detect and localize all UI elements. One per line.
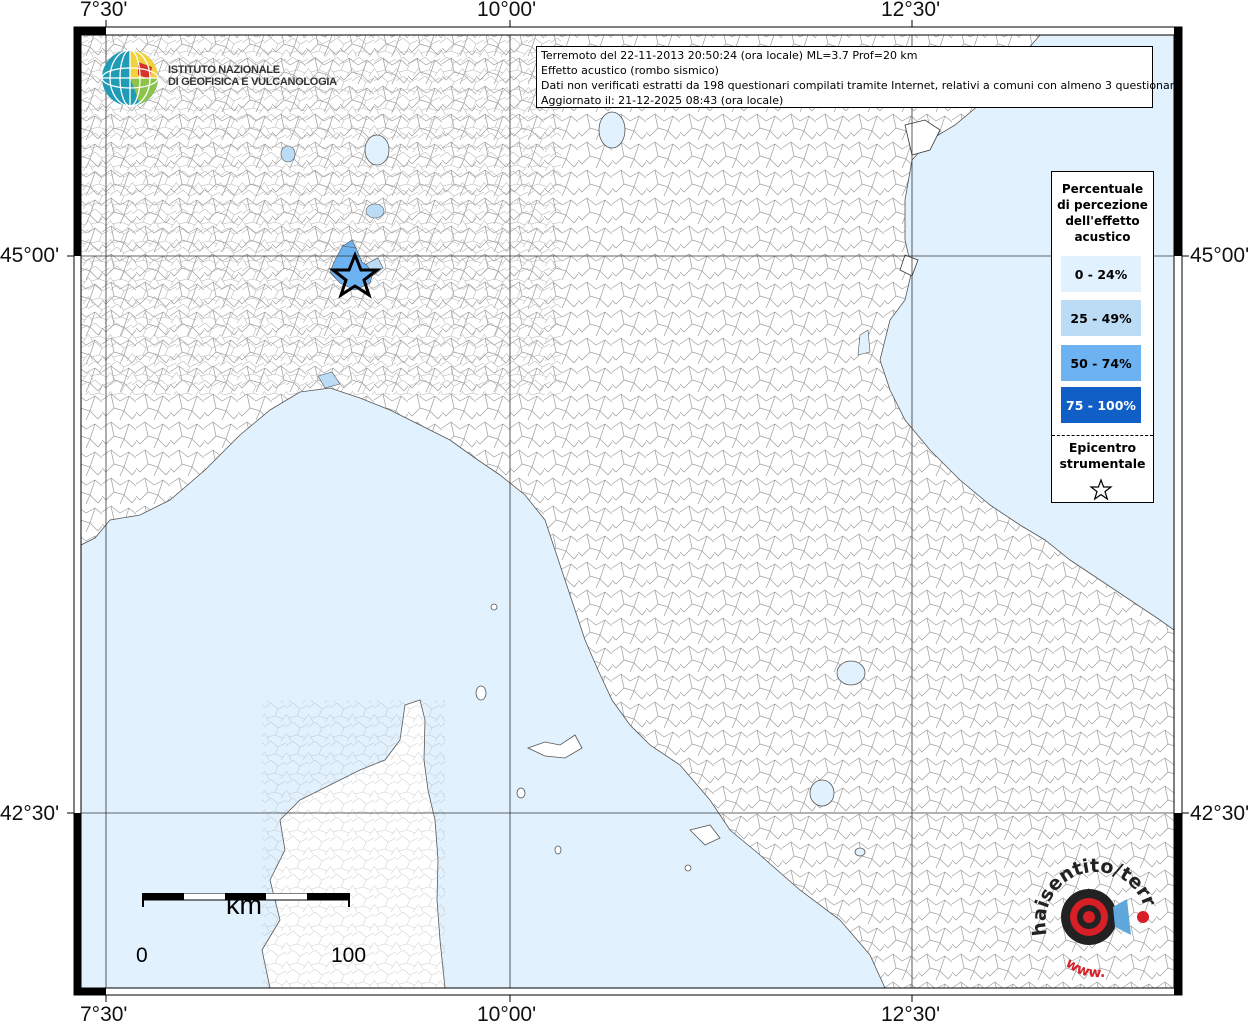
- event-info-line: Effetto acustico (rombo sismico): [541, 64, 719, 77]
- right-axis-label: 45°00': [1190, 244, 1250, 267]
- ingv-logo-line: DI GEOFISICA E VULCANOLOGIA: [168, 76, 337, 88]
- scale-unit: km: [226, 890, 262, 920]
- right-axis-label: 42°30': [1190, 802, 1250, 825]
- bottom-axis-label: 7°30': [80, 1003, 128, 1026]
- event-info-box: Terremoto del 22-11-2013 20:50:24 (ora l…: [536, 46, 1181, 108]
- bottom-axis-label: 12°30': [881, 1003, 941, 1026]
- legend-epicenter-label: Epicentro strumentale: [1052, 440, 1153, 472]
- top-axis-label: 7°30': [80, 0, 128, 21]
- bottom-axis-label: 10°00': [477, 1003, 537, 1026]
- star-icon: [1089, 478, 1113, 501]
- ingv-logo-line: ISTITUTO NAZIONALE: [168, 64, 280, 76]
- haisentito-logo-sub: www.: [1063, 955, 1106, 980]
- legend-title-line: acustico: [1074, 230, 1131, 244]
- scale-end: 100: [331, 944, 367, 967]
- ingv-globe-logo: [101, 49, 159, 107]
- legend-item-50-74: 50 - 74%: [1061, 345, 1141, 381]
- event-info-line: Dati non verificati estratti da 198 ques…: [541, 79, 1181, 92]
- svg-text:www.: www.: [1063, 955, 1106, 980]
- lake-bolsena: [809, 779, 835, 807]
- legend-epicenter-line: Epicentro: [1068, 440, 1137, 455]
- legend-title-line: Percentuale: [1061, 182, 1144, 196]
- legend-item-0-24: 0 - 24%: [1061, 256, 1141, 292]
- legend-title: Percentuale di percezione dell'effetto a…: [1052, 181, 1153, 245]
- legend-epicenter-line: strumentale: [1059, 456, 1146, 471]
- left-axis-label: 45°00': [0, 244, 60, 267]
- legend-divider: [1052, 435, 1153, 436]
- legend: Percentuale di percezione dell'effetto a…: [1051, 171, 1154, 503]
- left-axis-label: 42°30': [0, 802, 60, 825]
- legend-item-25-49: 25 - 49%: [1061, 300, 1141, 336]
- top-axis-label: 12°30': [881, 0, 941, 21]
- top-axis-label: 10°00': [477, 0, 537, 21]
- ingv-logo-text: ISTITUTO NAZIONALE DI GEOFISICA E VULCAN…: [168, 64, 337, 88]
- scale-start: 0: [136, 944, 148, 967]
- legend-title-line: dell'effetto: [1065, 214, 1140, 228]
- event-info-line: Terremoto del 22-11-2013 20:50:24 (ora l…: [541, 49, 918, 62]
- legend-item-75-100: 75 - 100%: [1061, 387, 1141, 423]
- legend-title-line: di percezione: [1057, 198, 1148, 212]
- haisentito-logo: haisentito/terremoto.it www.: [1027, 855, 1160, 980]
- lake-trasimeno: [836, 660, 866, 686]
- lake-garda: [598, 111, 626, 149]
- event-info-line: Aggiornato il: 21-12-2025 08:43 (ora loc…: [541, 94, 784, 107]
